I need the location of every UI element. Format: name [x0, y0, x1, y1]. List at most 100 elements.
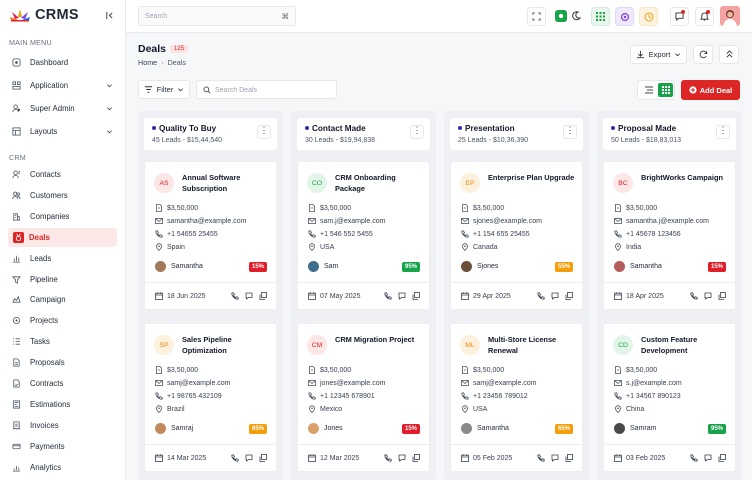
deals-search-input[interactable]: Search Deals	[215, 87, 257, 94]
deal-owner[interactable]: Samantha	[155, 261, 203, 272]
deal-email[interactable]: s.j@example.com	[626, 380, 682, 387]
chat-icon[interactable]	[398, 454, 406, 462]
deal-card[interactable]: ML Multi-Store License Renewal $3,50,000 sa…	[450, 323, 583, 472]
notifications-button[interactable]	[695, 7, 714, 26]
chat-icon[interactable]	[551, 292, 559, 300]
deal-owner[interactable]: Samantha	[461, 423, 509, 434]
deal-owner[interactable]: Samantha	[614, 261, 662, 272]
deal-title[interactable]: Multi-Store License Renewal	[488, 334, 580, 356]
deal-card[interactable]: CD Custom Feature Development $3,50,000 s.j…	[603, 323, 736, 472]
sidebar-item-projects[interactable]: Projects	[0, 311, 126, 330]
phone-call-icon[interactable]	[690, 292, 698, 300]
deal-email[interactable]: samantha.j@example.com	[626, 218, 709, 225]
theme-toggle[interactable]	[553, 8, 583, 25]
apps-button[interactable]	[591, 7, 610, 26]
deal-title[interactable]: CRM Migration Project	[335, 334, 427, 345]
dark-mode-icon[interactable]	[571, 11, 581, 21]
sidebar-item-proposals[interactable]: Proposals	[0, 353, 126, 372]
deal-email[interactable]: jones@example.com	[320, 380, 385, 387]
filter-button[interactable]: Filter	[138, 80, 190, 99]
deal-card[interactable]: BC BrightWorks Campaign $3,50,000 samantha.…	[603, 161, 736, 310]
deal-owner[interactable]: Samram	[614, 423, 656, 434]
deal-owner[interactable]: Sam	[308, 261, 338, 272]
deal-title[interactable]: Sales Pipeline Optimization	[182, 334, 274, 356]
global-search[interactable]: Search ⌘	[138, 6, 296, 26]
sidebar-item-pipeline[interactable]: Pipeline	[0, 270, 126, 289]
deal-email[interactable]: sjones@example.com	[473, 218, 542, 225]
sidebar-item-tasks[interactable]: Tasks	[0, 332, 126, 351]
column-menu-button[interactable]: ⋮	[563, 125, 577, 139]
sidebar-item-customers[interactable]: Customers	[0, 186, 126, 205]
collapse-sidebar-icon[interactable]	[105, 11, 114, 20]
deal-card[interactable]: SP Sales Pipeline Optimization $3,50,000 sa…	[144, 323, 277, 472]
copy-icon[interactable]	[259, 292, 267, 300]
chat-icon[interactable]	[704, 454, 712, 462]
chat-icon[interactable]	[398, 292, 406, 300]
refresh-button[interactable]	[693, 45, 713, 64]
sidebar-item-application[interactable]: Application	[0, 76, 126, 95]
chat-icon[interactable]	[551, 454, 559, 462]
deal-owner[interactable]: Sjones	[461, 261, 498, 272]
copy-icon[interactable]	[259, 454, 267, 462]
fullscreen-button[interactable]	[527, 7, 546, 26]
deal-title[interactable]: Enterprise Plan Upgrade	[488, 172, 580, 183]
timer-button[interactable]	[639, 7, 658, 26]
messages-button[interactable]	[670, 7, 689, 26]
logo[interactable]: CRMS	[9, 7, 79, 23]
deal-card[interactable]: AS Annual Software Subscription $3,50,000 s…	[144, 161, 277, 310]
column-menu-button[interactable]: ⋮	[257, 125, 271, 139]
deal-email[interactable]: samj@example.com	[167, 380, 231, 387]
sidebar-item-analytics[interactable]: Analytics	[0, 458, 126, 477]
global-search-input[interactable]: Search	[145, 13, 167, 20]
breadcrumb-home[interactable]: Home	[138, 58, 157, 67]
light-mode-icon[interactable]	[555, 10, 567, 22]
user-avatar[interactable]	[720, 6, 740, 26]
deal-title[interactable]: CRM Onboarding Package	[335, 172, 427, 194]
sidebar-item-estimations[interactable]: Estimations	[0, 395, 126, 414]
export-button[interactable]: Export	[630, 45, 687, 64]
sidebar-item-contacts[interactable]: Contacts	[0, 165, 126, 184]
settings-button[interactable]	[615, 7, 634, 26]
phone-call-icon[interactable]	[384, 454, 392, 462]
deal-card[interactable]: CO CRM Onboarding Package $3,50,000 sam.j@e…	[297, 161, 430, 310]
list-view-button[interactable]	[641, 83, 656, 97]
phone-call-icon[interactable]	[231, 292, 239, 300]
deal-title[interactable]: BrightWorks Campaign	[641, 172, 733, 183]
sidebar-item-payments[interactable]: Payments	[0, 437, 126, 456]
deal-owner[interactable]: Jones	[308, 423, 343, 434]
chat-icon[interactable]	[704, 292, 712, 300]
copy-icon[interactable]	[412, 292, 420, 300]
sidebar-item-super-admin[interactable]: Super Admin	[0, 99, 126, 118]
sidebar-item-dashboard[interactable]: Dashboard	[0, 53, 126, 72]
deal-title[interactable]: Annual Software Subscription	[182, 172, 274, 194]
deal-owner[interactable]: Samraj	[155, 423, 193, 434]
column-menu-button[interactable]: ⋮	[410, 125, 424, 139]
sidebar-item-companies[interactable]: Companies	[0, 207, 126, 226]
copy-icon[interactable]	[718, 454, 726, 462]
sidebar-item-layouts[interactable]: Layouts	[0, 122, 126, 141]
add-deal-button[interactable]: Add Deal	[681, 80, 740, 100]
deal-email[interactable]: sam.j@example.com	[320, 218, 385, 225]
chat-icon[interactable]	[245, 292, 253, 300]
sidebar-item-invoices[interactable]: Invoices	[0, 416, 126, 435]
deal-card[interactable]: CM CRM Migration Project $3,50,000 jones@ex…	[297, 323, 430, 472]
phone-call-icon[interactable]	[384, 292, 392, 300]
deal-title[interactable]: Custom Feature Development	[641, 334, 733, 356]
chat-icon[interactable]	[245, 454, 253, 462]
grid-view-button[interactable]	[658, 83, 673, 97]
sidebar-item-campaign[interactable]: Campaign	[0, 290, 126, 309]
phone-call-icon[interactable]	[537, 454, 545, 462]
deal-card[interactable]: EP Enterprise Plan Upgrade $3,50,000 sjones…	[450, 161, 583, 310]
copy-icon[interactable]	[412, 454, 420, 462]
deal-email[interactable]: samantha@example.com	[167, 218, 246, 225]
copy-icon[interactable]	[565, 292, 573, 300]
sidebar-item-leads[interactable]: Leads	[0, 249, 126, 268]
sidebar-item-deals[interactable]: Deals	[8, 227, 117, 247]
copy-icon[interactable]	[565, 454, 573, 462]
collapse-header-button[interactable]	[719, 45, 739, 64]
phone-call-icon[interactable]	[690, 454, 698, 462]
sidebar-item-contracts[interactable]: Contracts	[0, 374, 126, 393]
deals-search[interactable]: Search Deals	[196, 80, 337, 99]
phone-call-icon[interactable]	[231, 454, 239, 462]
deal-email[interactable]: samj@example.com	[473, 380, 537, 387]
